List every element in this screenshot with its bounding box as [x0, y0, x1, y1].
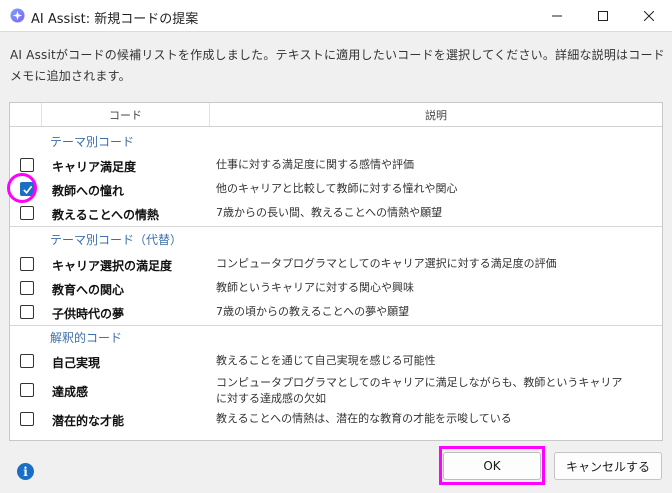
- checkbox-column-header: [10, 103, 42, 126]
- code-explanation: コンピュータプログラマとしてのキャリアに満足しながらも、教師というキャリア: [216, 376, 623, 389]
- maximize-button[interactable]: [580, 0, 626, 32]
- group-title: テーマ別コード: [50, 135, 135, 149]
- ok-button[interactable]: OK: [443, 452, 541, 480]
- group-title: 解釈的コード: [50, 331, 123, 345]
- code-explanation: 7歳からの長い間、教えることへの情熱や願望: [216, 206, 443, 219]
- code-explanation: 教えることへの情熱は、潜在的な教育の才能を示唆している: [216, 412, 512, 425]
- column-header-explanation[interactable]: 説明: [210, 103, 662, 126]
- app-sparkle-icon: [10, 8, 25, 23]
- code-label: 教えることへの情熱: [52, 208, 160, 222]
- code-label: 潜在的な才能: [52, 414, 125, 428]
- row-checkbox[interactable]: [20, 281, 34, 295]
- row-checkbox[interactable]: [20, 206, 34, 220]
- row-checkbox[interactable]: [20, 354, 34, 368]
- code-explanation: に対する達成感の欠如: [216, 392, 326, 405]
- code-label: キャリア満足度: [52, 160, 137, 174]
- group-title: テーマ別コード（代替）: [50, 233, 183, 247]
- cancel-button[interactable]: キャンセルする: [554, 452, 662, 480]
- close-icon: [644, 11, 654, 21]
- row-checkbox[interactable]: [20, 257, 34, 271]
- code-label: 自己実現: [52, 356, 101, 370]
- code-explanation: 7歳の頃からの教えることへの夢や願望: [216, 305, 410, 318]
- highlight-circle: [7, 173, 37, 203]
- minimize-icon: [552, 15, 562, 17]
- table-header: コード 説明: [10, 103, 662, 127]
- code-label: 教育への関心: [52, 283, 125, 297]
- code-explanation: コンピュータプログラマとしてのキャリア選択に対する満足度の評価: [216, 257, 557, 270]
- code-label: 達成感: [52, 385, 89, 399]
- title-bar: AI Assist: 新規コードの提案: [0, 0, 672, 32]
- maximize-icon: [598, 11, 608, 21]
- column-header-code[interactable]: コード: [42, 103, 210, 126]
- code-label: キャリア選択の満足度: [52, 259, 173, 273]
- row-checkbox[interactable]: [20, 383, 34, 397]
- code-label: 子供時代の夢: [52, 307, 125, 321]
- code-explanation: 他のキャリアと比較して教師に対する憧れや関心: [216, 182, 458, 195]
- group-divider: [10, 226, 662, 227]
- code-label: 教師への憧れ: [52, 184, 125, 198]
- row-checkbox[interactable]: [20, 412, 34, 426]
- dialog-description: AI Assitがコードの候補リストを作成しました。テキストに適用したいコードを…: [10, 48, 665, 83]
- group-divider: [10, 325, 662, 326]
- minimize-button[interactable]: [534, 0, 580, 32]
- info-icon[interactable]: i: [17, 463, 34, 480]
- code-explanation: 教師というキャリアに対する関心や興味: [216, 281, 414, 294]
- code-explanation: 教えることを通じて自己実現を感じる可能性: [216, 354, 436, 367]
- row-checkbox[interactable]: [20, 305, 34, 319]
- window-title: AI Assist: 新規コードの提案: [31, 12, 199, 27]
- code-explanation: 仕事に対する満足度に関する感情や評価: [216, 158, 414, 171]
- close-button[interactable]: [626, 0, 672, 32]
- code-suggestion-table: コード 説明 テーマ別コード キャリア満足度 仕事に対する満足度に関する感情や評…: [9, 102, 663, 441]
- row-checkbox[interactable]: [20, 158, 34, 172]
